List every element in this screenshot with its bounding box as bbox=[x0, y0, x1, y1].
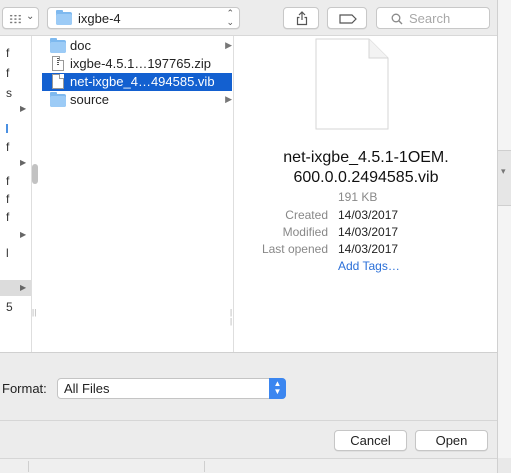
format-select[interactable]: All Files ▲ ▼ bbox=[57, 378, 286, 399]
share-button[interactable] bbox=[283, 7, 319, 29]
truncated-item[interactable]: l bbox=[6, 246, 9, 260]
selected-parent-row[interactable] bbox=[0, 280, 31, 296]
search-input[interactable] bbox=[409, 10, 487, 26]
modified-value: 14/03/2017 bbox=[338, 225, 399, 239]
folder-icon bbox=[50, 92, 66, 107]
preview-file-name: net-ixgbe_4.5.1-1OEM. 600.0.0.2494585.vi… bbox=[283, 149, 449, 186]
folder-icon bbox=[50, 38, 66, 53]
preview-pane: net-ixgbe_4.5.1-1OEM. 600.0.0.2494585.vi… bbox=[235, 36, 497, 352]
dialog-footer: Cancel Open bbox=[0, 420, 497, 458]
last-opened-value: 14/03/2017 bbox=[338, 242, 399, 256]
background-window-edge: ▾ bbox=[497, 0, 511, 473]
chevron-down-icon: ⌄ bbox=[26, 11, 35, 22]
search-icon bbox=[391, 13, 403, 25]
tag-button[interactable] bbox=[327, 7, 367, 29]
chevron-right-icon: ▶ bbox=[20, 283, 27, 292]
truncated-item[interactable]: f bbox=[6, 140, 9, 154]
add-tags-link[interactable]: Add Tags… bbox=[338, 259, 400, 273]
list-item-source[interactable]: source ▶ bbox=[42, 91, 232, 109]
format-value: All Files bbox=[64, 381, 110, 396]
zip-file-icon bbox=[52, 56, 64, 71]
chevron-right-icon: ▶ bbox=[20, 104, 27, 113]
last-opened-label: Last opened bbox=[261, 242, 328, 256]
file-size: 191 KB bbox=[338, 190, 378, 204]
format-label: Format: bbox=[2, 381, 47, 396]
files-column: doc ▶ ixgbe-4.5.1…197765.zip net-ixgbe_4… bbox=[40, 36, 234, 352]
updown-chevron-icon: ▲ ▼ bbox=[269, 378, 286, 399]
chevron-down-icon: ▾ bbox=[501, 166, 506, 176]
created-label: Created bbox=[285, 208, 328, 222]
chevron-right-icon: ▶ bbox=[20, 158, 27, 167]
created-value: 14/03/2017 bbox=[338, 208, 399, 222]
truncated-item[interactable]: 5 bbox=[6, 300, 13, 314]
icon-view-icon bbox=[9, 14, 22, 24]
document-icon bbox=[52, 74, 64, 89]
list-item-vib[interactable]: net-ixgbe_4…494585.vib bbox=[42, 73, 232, 91]
search-field[interactable] bbox=[376, 7, 490, 29]
chevron-right-icon: ▶ bbox=[20, 230, 27, 239]
truncated-item[interactable]: s bbox=[6, 86, 12, 100]
tag-icon bbox=[339, 14, 357, 24]
updown-chevron-icon: ⌃ ⌄ bbox=[226, 8, 234, 27]
list-item-doc[interactable]: doc ▶ bbox=[42, 37, 232, 55]
open-file-dialog: ▾ ⌄ ixgbe-4 ⌃ ⌄ Search f f s ▶ f ▶ f f f… bbox=[0, 0, 511, 473]
truncated-item[interactable]: f bbox=[6, 46, 9, 60]
background-window-bottom bbox=[0, 458, 497, 473]
vertical-scrollbar-thumb[interactable] bbox=[32, 164, 38, 184]
truncated-item[interactable]: f bbox=[6, 192, 9, 206]
file-browser: f f s ▶ f ▶ f f f ▶ l ▶ 5 | | doc ▶ ixgb… bbox=[0, 36, 497, 388]
view-options-button[interactable]: ⌄ bbox=[2, 7, 39, 29]
folder-icon bbox=[56, 10, 72, 25]
cancel-button[interactable]: Cancel bbox=[334, 430, 407, 451]
truncated-item[interactable]: f bbox=[6, 210, 9, 224]
open-button[interactable]: Open bbox=[415, 430, 488, 451]
column-resize-handle[interactable]: | | bbox=[32, 308, 37, 317]
toolbar: ⌄ ixgbe-4 ⌃ ⌄ bbox=[0, 0, 497, 36]
location-label: ixgbe-4 bbox=[78, 11, 121, 26]
share-icon bbox=[296, 11, 308, 26]
column-resize-handle[interactable]: | | bbox=[230, 308, 233, 326]
modified-label: Modified bbox=[282, 225, 328, 239]
list-item-zip[interactable]: ixgbe-4.5.1…197765.zip bbox=[42, 55, 232, 73]
location-popup[interactable]: ixgbe-4 ⌃ ⌄ bbox=[47, 7, 240, 29]
truncated-item[interactable]: f bbox=[6, 66, 9, 80]
parent-column[interactable]: f f s ▶ f ▶ f f f ▶ l ▶ 5 bbox=[0, 36, 32, 352]
format-area: Format: All Files ▲ ▼ bbox=[0, 352, 497, 420]
truncated-item[interactable]: f bbox=[6, 174, 9, 188]
chevron-right-icon: ▶ bbox=[225, 94, 232, 104]
document-preview-icon bbox=[315, 38, 389, 130]
chevron-right-icon: ▶ bbox=[225, 40, 232, 50]
